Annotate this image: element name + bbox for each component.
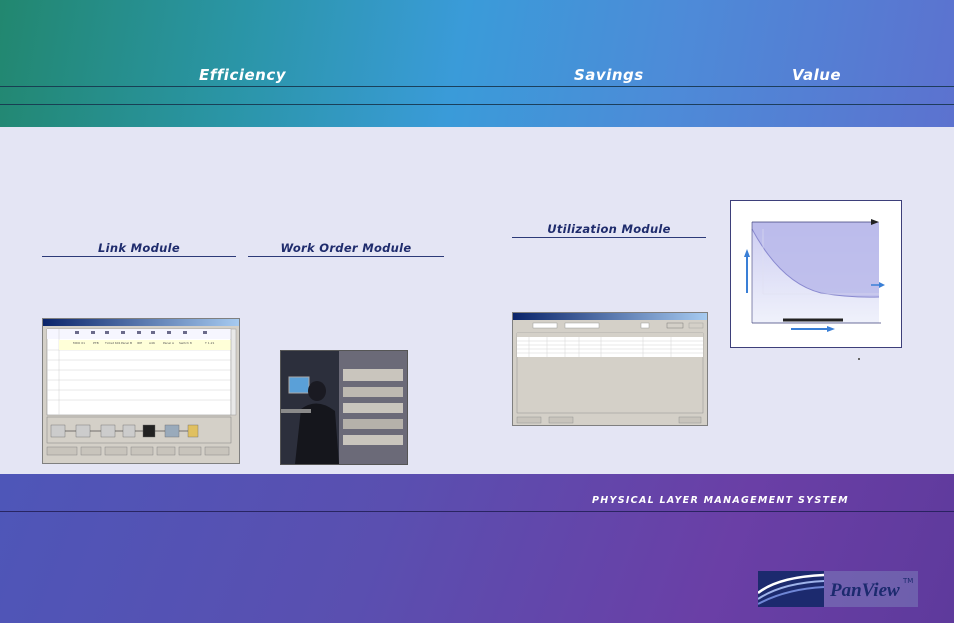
- efficiency-heading: Efficiency: [199, 66, 286, 84]
- savings-heading: Savings: [574, 66, 644, 84]
- product-tagline: PHYSICAL LAYER MANAGEMENT SYSTEM: [592, 495, 849, 506]
- utilization-module-rule: [512, 237, 706, 238]
- link-module-title: Link Module: [98, 241, 180, 255]
- value-chart: [730, 200, 902, 348]
- svg-text:PTB: PTB: [93, 341, 99, 345]
- utilization-module-title: Utilization Module: [547, 222, 671, 236]
- header-rule-bottom: [0, 104, 954, 105]
- footnote-dot: [858, 358, 860, 360]
- link-module-rule: [42, 256, 236, 257]
- link-module-screenshot: MDO 01 PTB Ticket 601 Panel B IDE A46 Panel …: [42, 318, 240, 464]
- header-rule-top: [0, 86, 954, 87]
- utilization-module-screenshot: [512, 312, 708, 426]
- utilization-module-window: [516, 322, 704, 424]
- panview-logo: PanView TM: [757, 571, 918, 607]
- svg-text:Panel B: Panel B: [121, 341, 132, 345]
- link-module-window: MDO 01 PTB Ticket 601 Panel B IDE A46 Panel …: [46, 328, 237, 456]
- technician-photo: [280, 350, 408, 465]
- header-band: [0, 0, 954, 127]
- value-heading: Value: [792, 66, 842, 84]
- logo-trademark: TM: [902, 577, 913, 585]
- work-order-module-title: Work Order Module: [280, 241, 412, 255]
- svg-text:T 1.21: T 1.21: [204, 341, 215, 345]
- svg-text:IDE: IDE: [137, 341, 142, 345]
- footer-rule: [0, 511, 954, 512]
- svg-text:Switch 8: Switch 8: [179, 341, 192, 345]
- svg-text:A46: A46: [149, 341, 155, 345]
- logo-wordmark: PanView: [829, 580, 900, 601]
- svg-text:Panel A: Panel A: [163, 341, 175, 345]
- work-order-module-rule: [248, 256, 444, 257]
- svg-text:Ticket 601: Ticket 601: [104, 341, 121, 345]
- svg-text:MDO 01: MDO 01: [73, 341, 85, 345]
